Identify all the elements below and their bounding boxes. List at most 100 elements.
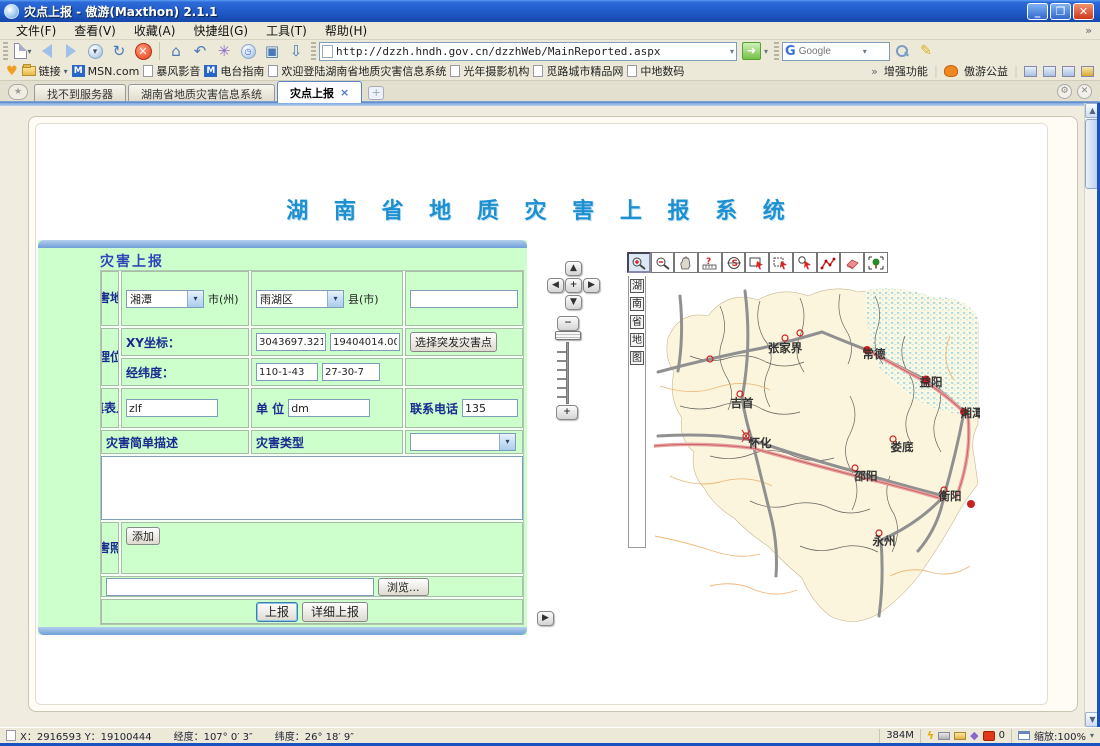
strip-char[interactable]: 图 xyxy=(630,351,644,365)
menu-favorites[interactable]: 收藏(A) xyxy=(126,21,184,40)
zoom-out-step-button[interactable]: − xyxy=(557,316,579,331)
pan-left-button[interactable]: ◀ xyxy=(547,278,564,293)
county-select[interactable]: 雨湖区▾ xyxy=(256,290,344,308)
zoom-level[interactable]: 缩放:100% xyxy=(1034,728,1086,743)
menu-view[interactable]: 查看(V) xyxy=(66,21,124,40)
map-tool-eraser[interactable] xyxy=(840,252,864,273)
folder-icon[interactable] xyxy=(954,732,966,740)
refresh-button[interactable]: ↻ xyxy=(107,41,131,61)
map-tool-zoom-out[interactable] xyxy=(651,252,675,273)
map-tool-draw-line[interactable] xyxy=(817,252,841,273)
zoom-slider-rail[interactable] xyxy=(566,342,569,404)
dropdown-button[interactable]: ▾ xyxy=(83,41,107,61)
url-dropdown-arrow[interactable]: ▾ xyxy=(730,47,734,56)
search-dropdown-arrow[interactable]: ▾ xyxy=(863,47,867,56)
description-textarea[interactable] xyxy=(101,456,523,520)
pan-center-button[interactable]: + xyxy=(565,278,582,293)
search-box[interactable]: G ▾ xyxy=(782,42,890,61)
new-tab-button[interactable]: + xyxy=(368,86,384,100)
address-detail-input[interactable] xyxy=(410,290,518,308)
pan-right-button[interactable]: ▶ xyxy=(583,278,600,293)
page-scrollbar[interactable]: ▲ ▼ xyxy=(1084,103,1097,727)
tool-icon-1[interactable] xyxy=(1024,66,1037,77)
scroll-down-button[interactable]: ▼ xyxy=(1085,712,1097,727)
popup-blocker-icon[interactable] xyxy=(983,731,995,741)
menu-help[interactable]: 帮助(H) xyxy=(317,21,375,40)
enhance-label[interactable]: 增强功能 xyxy=(884,63,928,79)
search-input[interactable] xyxy=(799,46,863,57)
file-path-input[interactable] xyxy=(106,578,374,596)
map-tool-select-rect[interactable] xyxy=(745,252,769,273)
scrollbar-thumb[interactable] xyxy=(1085,119,1097,189)
link-zhongdi[interactable]: 中地数码 xyxy=(627,63,684,79)
restore-button[interactable]: ❐ xyxy=(1050,3,1071,20)
strip-char[interactable]: 地 xyxy=(630,333,644,347)
download-button[interactable]: ⇩ xyxy=(284,41,308,61)
tab-star-button[interactable]: ★ xyxy=(8,84,28,100)
longitude-input[interactable] xyxy=(256,363,318,381)
menu-groups[interactable]: 快捷组(G) xyxy=(185,21,256,40)
forward-button[interactable] xyxy=(59,41,83,61)
links-folder[interactable]: 链接 ▾ xyxy=(22,63,68,79)
map-tool-scale[interactable]: S xyxy=(722,252,746,273)
disaster-type-select[interactable]: ▾ xyxy=(410,433,516,451)
strip-char[interactable]: 湖 xyxy=(630,279,644,293)
link-photo[interactable]: 光年摄影机构 xyxy=(450,63,529,79)
url-input[interactable] xyxy=(336,45,727,58)
map-tool-pan[interactable] xyxy=(674,252,698,273)
strip-char[interactable]: 省 xyxy=(630,315,644,329)
tabbar-close-button[interactable]: ✕ xyxy=(1077,84,1092,99)
y-coordinate-input[interactable] xyxy=(330,333,400,351)
add-photo-button[interactable]: 添加 xyxy=(126,527,160,545)
history-button[interactable]: ◷ xyxy=(236,41,260,61)
minimize-button[interactable]: _ xyxy=(1027,3,1048,20)
strip-char[interactable]: 南 xyxy=(630,297,644,311)
favorites-heart-icon[interactable]: ♥ xyxy=(6,64,18,79)
link-baofeng[interactable]: 暴风影音 xyxy=(143,63,200,79)
x-coordinate-input[interactable] xyxy=(256,333,326,351)
search-button[interactable] xyxy=(890,41,914,61)
scroll-up-button[interactable]: ▲ xyxy=(1085,103,1097,118)
tabbar-tools-button[interactable]: ⚙ xyxy=(1057,84,1072,99)
pan-up-button[interactable]: ▲ xyxy=(565,261,582,276)
home-button[interactable]: ⌂ xyxy=(164,41,188,61)
unit-input[interactable] xyxy=(288,399,370,417)
pan-down-button[interactable]: ▼ xyxy=(565,295,582,310)
panel-collapse-button[interactable]: ▶ xyxy=(537,611,554,626)
map-tool-select-box[interactable] xyxy=(769,252,793,273)
tool-icon-3[interactable] xyxy=(1062,66,1075,77)
tab-hunan-geo-system[interactable]: 湖南省地质灾害信息系统 xyxy=(128,84,275,103)
select-disaster-point-button[interactable]: 选择突发灾害点 xyxy=(410,332,497,352)
browse-button[interactable]: 浏览... xyxy=(378,578,429,596)
map-tool-measure[interactable]: ? xyxy=(698,252,722,273)
undo-button[interactable]: ↶ xyxy=(188,41,212,61)
zoom-dropdown-arrow[interactable]: ▾ xyxy=(1090,731,1094,740)
address-bar[interactable]: ▾ xyxy=(319,42,737,61)
link-hunan-geo[interactable]: 欢迎登陆湖南省地质灾害信息系统 xyxy=(268,63,446,79)
plugin-icon[interactable]: ◆ xyxy=(970,729,978,742)
latitude-input[interactable] xyxy=(322,363,380,381)
new-page-button[interactable]: ▾ xyxy=(11,41,35,61)
zoom-slider-handle[interactable] xyxy=(555,331,581,340)
link-button[interactable]: ▣ xyxy=(260,41,284,61)
tab-close-icon[interactable]: × xyxy=(340,86,349,99)
menu-tools[interactable]: 工具(T) xyxy=(258,21,315,40)
back-button[interactable] xyxy=(35,41,59,61)
tool-icon-4[interactable] xyxy=(1081,66,1094,77)
charity-label[interactable]: 傲游公益 xyxy=(964,63,1008,79)
reporter-input[interactable] xyxy=(126,399,218,417)
tab-server-not-found[interactable]: 找不到服务器 xyxy=(34,84,126,103)
magic-fill-button[interactable]: ✳ xyxy=(212,41,236,61)
map-tool-zoom-box[interactable] xyxy=(793,252,817,273)
stop-button[interactable]: ✕ xyxy=(131,41,155,61)
printer-icon[interactable] xyxy=(938,732,950,740)
tab-disaster-report[interactable]: 灾点上报 × xyxy=(277,81,362,103)
zoom-in-step-button[interactable]: + xyxy=(556,405,578,420)
submit-button[interactable]: 上报 xyxy=(256,602,298,622)
link-radio[interactable]: M电台指南 xyxy=(204,63,264,79)
city-select[interactable]: 湘潭▾ xyxy=(126,290,204,308)
charity-chicken-icon[interactable] xyxy=(944,65,958,77)
map-tool-full-extent[interactable] xyxy=(864,252,888,273)
tool-icon-2[interactable] xyxy=(1043,66,1056,77)
menu-file[interactable]: 文件(F) xyxy=(8,21,64,40)
